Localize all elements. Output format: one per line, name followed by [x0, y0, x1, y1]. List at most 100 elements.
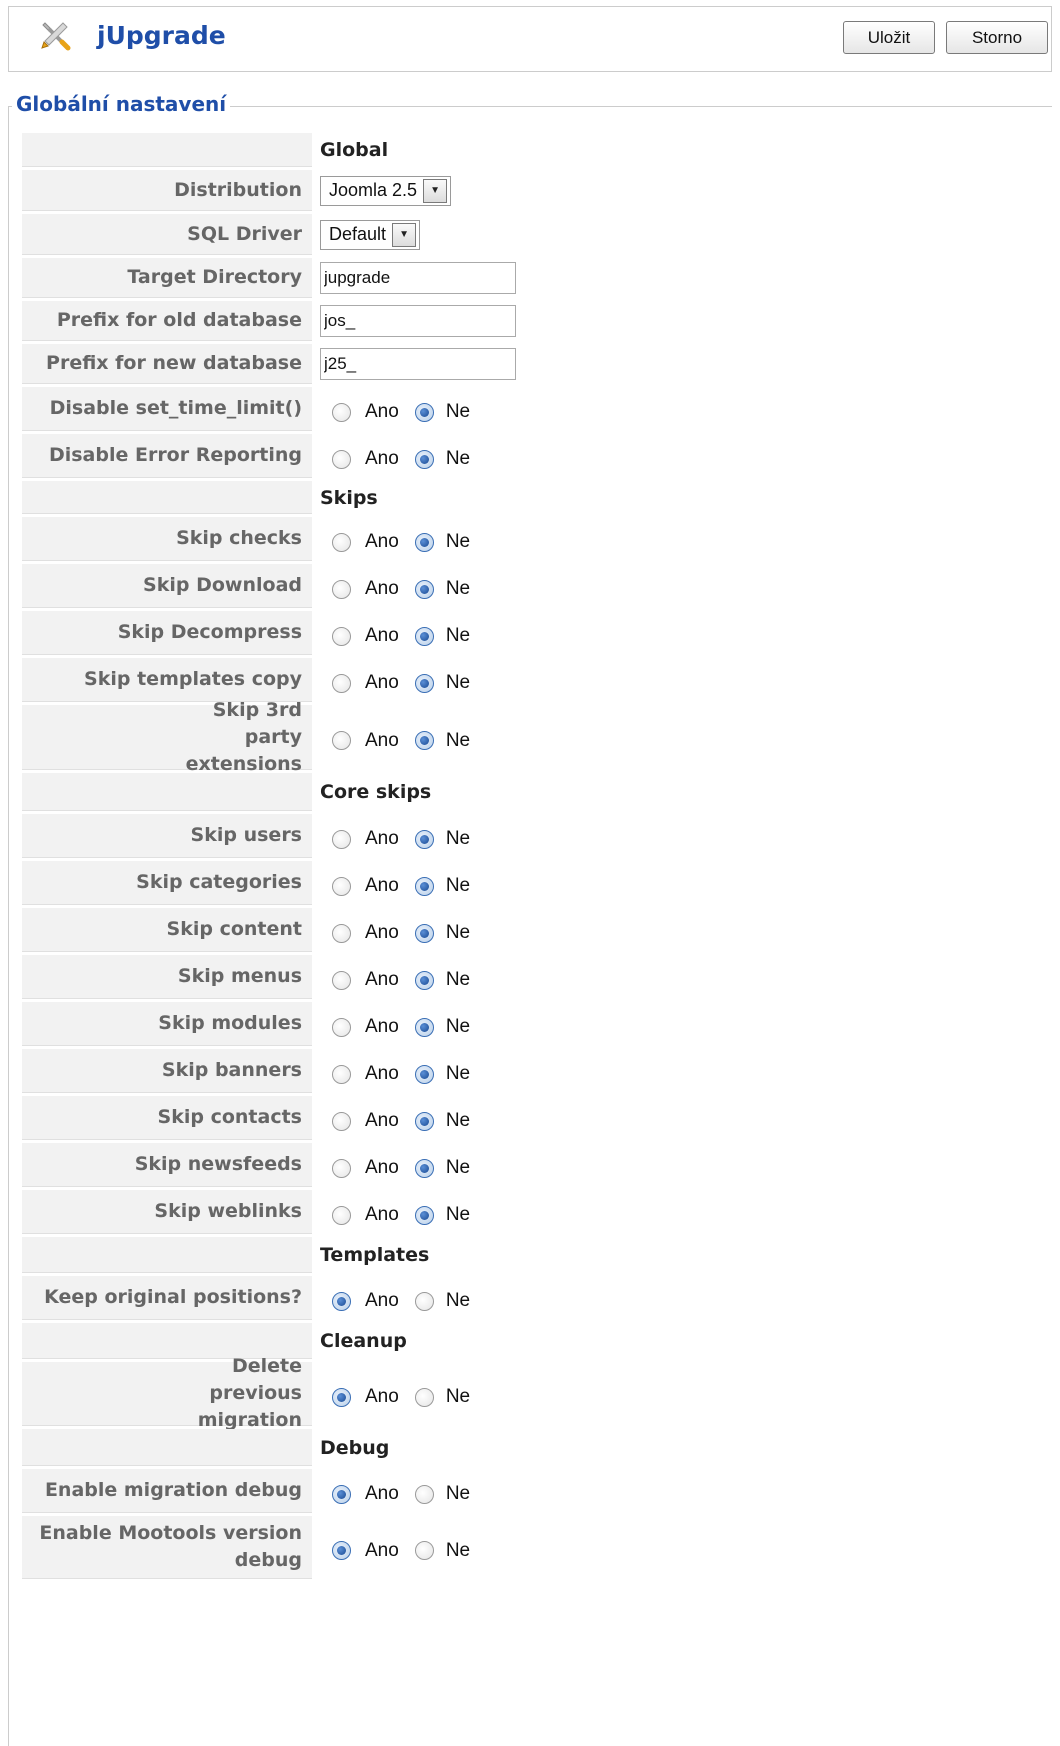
radio-label-yes[interactable]: Ano — [365, 531, 399, 553]
radio-label-yes[interactable]: Ano — [365, 730, 399, 752]
radio-yes[interactable] — [332, 1111, 351, 1131]
radio-label-yes[interactable]: Ano — [365, 1110, 399, 1132]
radio-label-no[interactable]: Ne — [446, 578, 470, 600]
radio-yes[interactable] — [332, 1158, 351, 1178]
radio-yes[interactable] — [332, 673, 351, 693]
radio-label-yes[interactable]: Ano — [365, 1063, 399, 1085]
field-label: Distribution — [22, 170, 312, 211]
radio-yes[interactable] — [332, 1291, 351, 1311]
save-button[interactable]: Uložit — [843, 21, 935, 54]
fieldset-legend: Globální nastavení — [12, 92, 231, 116]
radio-no[interactable] — [414, 1387, 434, 1407]
radio-yes[interactable] — [332, 579, 351, 599]
radio-no[interactable] — [414, 923, 434, 943]
radio-label-no[interactable]: Ne — [446, 1540, 470, 1562]
radio-label-no[interactable]: Ne — [446, 1157, 470, 1179]
radio-label-no[interactable]: Ne — [446, 1290, 470, 1312]
radio-label-yes[interactable]: Ano — [365, 969, 399, 991]
radio-label-yes[interactable]: Ano — [365, 1483, 399, 1505]
radio-label-yes[interactable]: Ano — [365, 1157, 399, 1179]
radio-yes[interactable] — [332, 1387, 351, 1407]
radio-no[interactable] — [414, 876, 434, 896]
radio-no[interactable] — [414, 1111, 434, 1131]
radio-no[interactable] — [414, 532, 434, 552]
radio-label-no[interactable]: Ne — [446, 730, 470, 752]
chevron-down-icon[interactable]: ▼ — [423, 178, 448, 203]
cancel-button[interactable]: Storno — [946, 21, 1048, 54]
radio-no[interactable] — [414, 1541, 434, 1560]
field-label: Skip banners — [22, 1049, 312, 1093]
radio-no[interactable] — [414, 970, 434, 990]
radio-label-no[interactable]: Ne — [446, 1204, 470, 1226]
radio-label-no[interactable]: Ne — [446, 1110, 470, 1132]
chevron-down-icon[interactable]: ▼ — [392, 222, 417, 247]
radio-label-yes[interactable]: Ano — [365, 448, 399, 470]
radio-yes[interactable] — [332, 1541, 351, 1560]
radio-yes[interactable] — [332, 923, 351, 943]
sql-driver-select[interactable]: Default ▼ — [320, 219, 421, 250]
row-skip-modules: Skip modules Ano Ne — [22, 1002, 1052, 1049]
radio-label-yes[interactable]: Ano — [365, 1386, 399, 1408]
distribution-select[interactable]: Joomla 2.5 ▼ — [320, 175, 452, 206]
radio-yes[interactable] — [332, 532, 351, 552]
radio-label-no[interactable]: Ne — [446, 1386, 470, 1408]
radio-yes[interactable] — [332, 449, 351, 469]
radio-label-no[interactable]: Ne — [446, 1063, 470, 1085]
radio-yes[interactable] — [332, 970, 351, 990]
radio-label-no[interactable]: Ne — [446, 875, 470, 897]
radio-yes[interactable] — [332, 1064, 351, 1084]
radio-no[interactable] — [414, 1064, 434, 1084]
radio-no[interactable] — [414, 1484, 434, 1504]
radio-no[interactable] — [414, 1158, 434, 1178]
field-label: Skip Download — [22, 564, 312, 608]
radio-no[interactable] — [414, 1205, 434, 1225]
radio-label-yes[interactable]: Ano — [365, 578, 399, 600]
empty-key-cell — [22, 1237, 312, 1273]
radio-label-yes[interactable]: Ano — [365, 1540, 399, 1562]
radio-yes[interactable] — [332, 829, 351, 849]
radio-label-yes[interactable]: Ano — [365, 1016, 399, 1038]
radio-label-yes[interactable]: Ano — [365, 1204, 399, 1226]
radio-label-yes[interactable]: Ano — [365, 922, 399, 944]
radio-yes[interactable] — [332, 1205, 351, 1225]
row-skip-categories: Skip categories Ano Ne — [22, 861, 1052, 908]
radio-no[interactable] — [414, 673, 434, 693]
radio-no[interactable] — [414, 1291, 434, 1311]
radio-label-yes[interactable]: Ano — [365, 625, 399, 647]
radio-yes[interactable] — [332, 626, 351, 646]
radio-label-no[interactable]: Ne — [446, 1016, 470, 1038]
radio-no[interactable] — [414, 579, 434, 599]
radio-no[interactable] — [414, 1017, 434, 1037]
radio-yes[interactable] — [332, 876, 351, 896]
prefix-old-input[interactable] — [320, 305, 516, 337]
radio-label-no[interactable]: Ne — [446, 625, 470, 647]
radio-label-yes[interactable]: Ano — [365, 1290, 399, 1312]
prefix-new-input[interactable] — [320, 348, 516, 380]
radio-label-no[interactable]: Ne — [446, 969, 470, 991]
radio-label-yes[interactable]: Ano — [365, 672, 399, 694]
radio-yes[interactable] — [332, 731, 351, 750]
row-disable-time-limit: Disable set_time_limit() Ano Ne — [22, 387, 1052, 434]
field-label: Skip templates copy — [22, 658, 312, 702]
radio-no[interactable] — [414, 829, 434, 849]
radio-label-no[interactable]: Ne — [446, 448, 470, 470]
radio-yes[interactable] — [332, 402, 351, 422]
radio-label-yes[interactable]: Ano — [365, 828, 399, 850]
radio-yes[interactable] — [332, 1017, 351, 1037]
radio-label-yes[interactable]: Ano — [365, 401, 399, 423]
target-directory-input[interactable] — [320, 262, 516, 294]
radio-label-no[interactable]: Ne — [446, 672, 470, 694]
radio-label-no[interactable]: Ne — [446, 828, 470, 850]
radio-no[interactable] — [414, 402, 434, 422]
row-skip-3rd-party: Skip 3rd party extensions Ano Ne — [22, 699, 1052, 775]
radio-label-no[interactable]: Ne — [446, 401, 470, 423]
radio-label-no[interactable]: Ne — [446, 531, 470, 553]
radio-no[interactable] — [414, 626, 434, 646]
radio-label-no[interactable]: Ne — [446, 1483, 470, 1505]
radio-label-no[interactable]: Ne — [446, 922, 470, 944]
radio-yes[interactable] — [332, 1484, 351, 1504]
radio-no[interactable] — [414, 731, 434, 750]
row-skip-decompress: Skip Decompress Ano Ne — [22, 611, 1052, 658]
radio-label-yes[interactable]: Ano — [365, 875, 399, 897]
radio-no[interactable] — [414, 449, 434, 469]
